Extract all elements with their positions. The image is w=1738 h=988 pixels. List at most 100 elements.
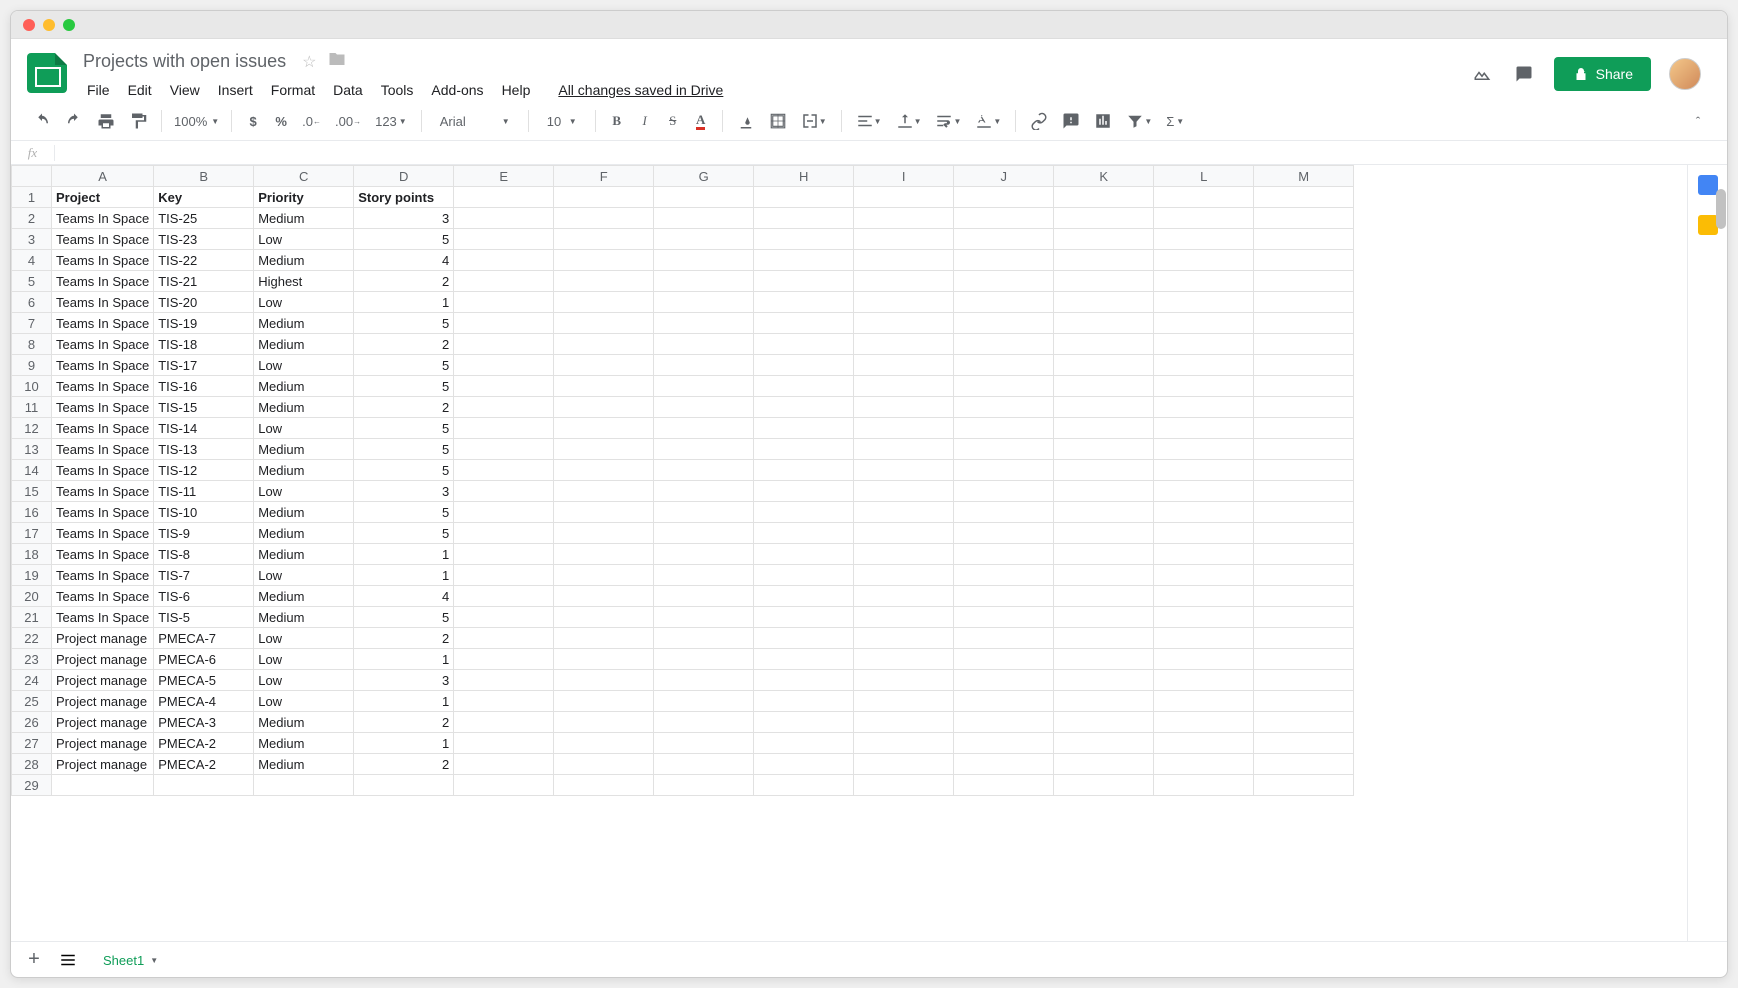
cell[interactable]: Teams In Space [52,334,154,355]
cell[interactable] [854,628,954,649]
cell[interactable] [554,313,654,334]
functions-button[interactable]: Σ▼ [1160,108,1190,134]
row-header[interactable]: 14 [12,460,52,481]
row-header[interactable]: 18 [12,544,52,565]
cell[interactable] [454,334,554,355]
cell[interactable] [1254,208,1354,229]
cell[interactable]: Teams In Space [52,565,154,586]
cell[interactable]: PMECA-6 [154,649,254,670]
cell[interactable] [554,250,654,271]
cell[interactable]: Project manage [52,670,154,691]
row-header[interactable]: 25 [12,691,52,712]
cell[interactable] [554,397,654,418]
cell[interactable] [1054,607,1154,628]
cell[interactable] [1054,523,1154,544]
row-header[interactable]: 21 [12,607,52,628]
cell[interactable] [754,502,854,523]
save-status[interactable]: All changes saved in Drive [550,78,731,102]
cell[interactable] [554,523,654,544]
row-header[interactable]: 15 [12,481,52,502]
cell[interactable] [754,733,854,754]
cell[interactable] [554,586,654,607]
cell[interactable] [954,628,1054,649]
cell[interactable] [1154,439,1254,460]
sheet-tab[interactable]: Sheet1 ▼ [89,945,172,974]
cell[interactable]: Project manage [52,628,154,649]
column-header[interactable]: E [454,166,554,187]
zoom-window-button[interactable] [63,19,75,31]
cell[interactable] [754,754,854,775]
cell[interactable] [1154,523,1254,544]
menu-insert[interactable]: Insert [210,78,261,102]
cell[interactable]: Medium [254,250,354,271]
font-family-select[interactable]: Arial▼ [430,112,520,131]
cell[interactable] [454,754,554,775]
cell[interactable] [454,460,554,481]
row-header[interactable]: 23 [12,649,52,670]
cell[interactable] [654,439,754,460]
cell[interactable] [654,670,754,691]
cell[interactable] [954,313,1054,334]
cell[interactable] [1054,418,1154,439]
cell[interactable] [854,313,954,334]
cell[interactable] [52,775,154,796]
cell[interactable] [554,502,654,523]
cell[interactable]: Low [254,670,354,691]
cell[interactable]: Medium [254,313,354,334]
cell[interactable] [1254,712,1354,733]
cell[interactable] [1154,502,1254,523]
close-window-button[interactable] [23,19,35,31]
row-header[interactable]: 11 [12,397,52,418]
cell[interactable]: Medium [254,397,354,418]
cell[interactable] [754,481,854,502]
cell[interactable]: 2 [354,628,454,649]
cell[interactable] [554,418,654,439]
cell[interactable] [454,733,554,754]
cell[interactable]: Teams In Space [52,250,154,271]
cell[interactable] [754,691,854,712]
cell[interactable]: 5 [354,439,454,460]
cell[interactable] [754,649,854,670]
cell[interactable] [954,271,1054,292]
column-header[interactable]: G [654,166,754,187]
cell[interactable] [1154,607,1254,628]
cell[interactable]: TIS-19 [154,313,254,334]
cell[interactable] [554,481,654,502]
cell[interactable] [554,271,654,292]
cell[interactable]: Low [254,355,354,376]
cell[interactable] [954,586,1054,607]
cell[interactable] [1254,229,1354,250]
row-header[interactable]: 26 [12,712,52,733]
cell[interactable] [854,691,954,712]
cell[interactable] [854,250,954,271]
cell[interactable]: Key [154,187,254,208]
cell[interactable]: Low [254,691,354,712]
italic-button[interactable]: I [632,108,658,134]
cell[interactable] [1154,313,1254,334]
cell[interactable] [754,565,854,586]
cell[interactable]: Priority [254,187,354,208]
cell[interactable]: TIS-11 [154,481,254,502]
cell[interactable] [754,313,854,334]
cell[interactable]: Medium [254,544,354,565]
cell[interactable] [1254,355,1354,376]
cell[interactable]: TIS-10 [154,502,254,523]
row-header[interactable]: 5 [12,271,52,292]
more-formats-button[interactable]: 123▼ [369,108,413,134]
cell[interactable] [654,250,754,271]
cell[interactable] [854,376,954,397]
row-header[interactable]: 10 [12,376,52,397]
cell[interactable] [954,775,1054,796]
cell[interactable]: Low [254,292,354,313]
cell[interactable] [854,334,954,355]
cell[interactable] [954,754,1054,775]
cell[interactable] [1254,754,1354,775]
cell[interactable]: Teams In Space [52,418,154,439]
menu-help[interactable]: Help [494,78,539,102]
cell[interactable] [1254,439,1354,460]
cell[interactable] [354,775,454,796]
cell[interactable] [954,250,1054,271]
cell[interactable] [854,775,954,796]
cell[interactable] [754,397,854,418]
cell[interactable] [554,376,654,397]
